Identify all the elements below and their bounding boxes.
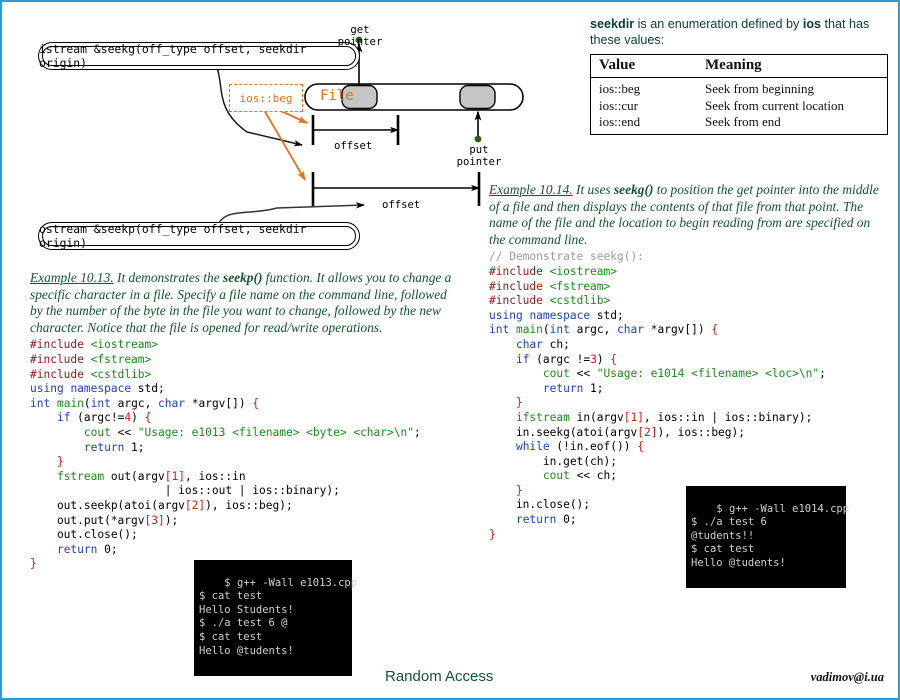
terminal-output-left: $ g++ -Wall e1013.cpp $ cat test Hello S… — [194, 560, 357, 676]
footer-title: Random Access — [385, 668, 494, 685]
table-header-row: Value Meaning — [591, 55, 887, 77]
seekdir-table-body: ios::beg Seek from beginning ios::cur Se… — [591, 81, 887, 131]
column-header-value: Value — [599, 57, 636, 73]
cell-value: ios::end — [599, 114, 641, 129]
example-10-14-description: Example 10.14. It uses seekg() to positi… — [489, 182, 887, 248]
cell-meaning: Seek from end — [705, 114, 781, 129]
table-row: ios::cur Seek from current location — [591, 98, 887, 115]
example-10-13-block: Example 10.13. It demonstrates the seekp… — [30, 270, 462, 572]
seekg-signature-text: istream &seekg(off_type offset, seekdir … — [39, 42, 307, 70]
offset-label-bottom: offset — [382, 199, 421, 211]
example-10-13-description: Example 10.13. It demonstrates the seekp… — [30, 270, 462, 336]
seekp-inline-code: seekp() — [223, 270, 263, 285]
file-bar-label: File — [320, 88, 354, 104]
cell-meaning: Seek from current location — [705, 97, 844, 113]
seekp-signature-pill: ostream &seekp(off_type offset, seekdir … — [38, 222, 360, 250]
seekg-signature-pill: istream &seekg(off_type offset, seekdir … — [38, 42, 360, 70]
table-row: ios::beg Seek from beginning — [591, 81, 887, 98]
example-10-14-body-1: It uses — [572, 182, 614, 197]
terminal-output-right: $ g++ -Wall e1014.cpp $ ./a test 6 @tude… — [686, 486, 850, 589]
seekdir-table-header: Value Meaning — [591, 55, 887, 77]
offset-label-top: offset — [334, 140, 373, 152]
table-row: ios::end Seek from end — [591, 114, 887, 131]
seekdir-intro-mid: is an enumeration defined by — [634, 17, 803, 31]
ios-keyword: ios — [802, 17, 822, 31]
cell-meaning: Seek from beginning — [705, 81, 815, 96]
ios-beg-origin-tag: ios::beg — [229, 84, 303, 112]
cell-value: ios::cur — [599, 97, 638, 113]
seekg-inline-code: seekg() — [613, 182, 654, 197]
terminal-right-text: $ g++ -Wall e1014.cpp $ ./a test 6 @tude… — [691, 502, 850, 569]
terminal-left-text: $ g++ -Wall e1013.cpp $ cat test Hello S… — [199, 576, 358, 657]
example-10-13-body-1: It demonstrates the — [113, 270, 224, 285]
seekp-signature-text: ostream &seekp(off_type offset, seekdir … — [39, 222, 307, 250]
seekdir-table-head-row: Value Meaning — [591, 55, 887, 78]
example-10-13-number: Example 10.13. — [30, 270, 114, 285]
slide-root: istream &seekg(off_type offset, seekdir … — [0, 0, 900, 700]
column-header-meaning: Meaning — [705, 57, 762, 73]
seekdir-keyword: seekdir — [590, 17, 635, 31]
example-10-13-code: #include <iostream> #include <fstream> #… — [30, 338, 421, 571]
example-10-14-number: Example 10.14. — [489, 182, 573, 197]
seekdir-info-panel: seekdir is an enumeration defined by ios… — [590, 16, 888, 135]
footer-email: vadimov@i.ua — [810, 670, 884, 684]
seekdir-intro-text: seekdir is an enumeration defined by ios… — [590, 16, 888, 48]
seekdir-table-outer: Value Meaning ios::beg Seek from beginni… — [590, 54, 888, 135]
put-pointer-label: put pointer — [456, 144, 502, 168]
ios-beg-label: ios::beg — [239, 91, 293, 105]
cell-value: ios::beg — [599, 81, 641, 96]
footer: Random Access vadimov@i.ua — [2, 668, 898, 692]
